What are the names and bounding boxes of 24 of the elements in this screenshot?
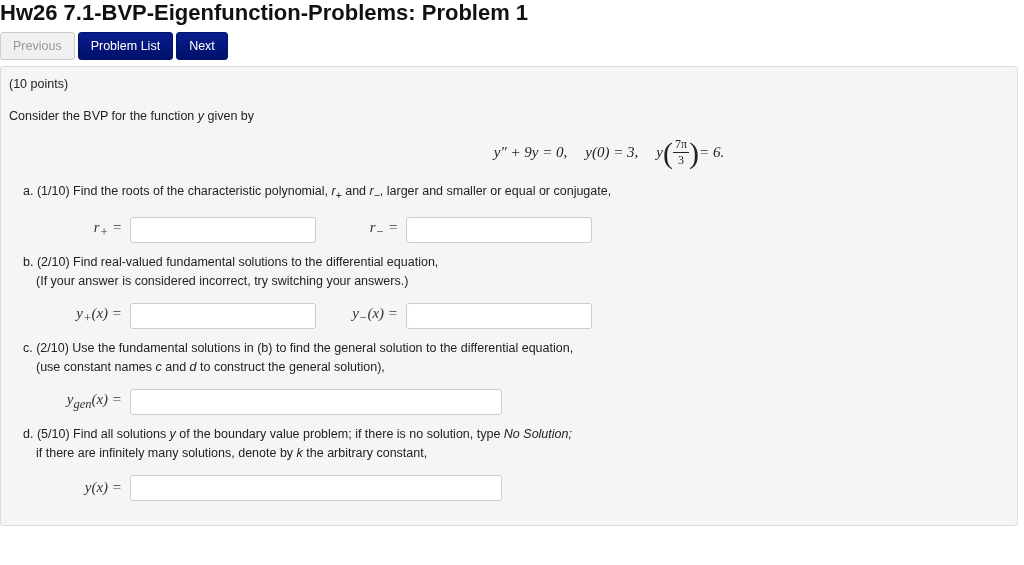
answer-field[interactable] [406, 302, 592, 329]
math-label: y$_{+}$(x) = [74, 305, 123, 326]
answer-field[interactable] [130, 388, 502, 415]
answer-field[interactable] [130, 474, 502, 501]
nav-button[interactable]: Problem List [77, 32, 174, 60]
answer-field[interactable] [406, 216, 592, 243]
points-text: (10 points) [9, 77, 70, 91]
problem-text: Consider the BVP for the function y given by [9, 109, 256, 123]
question-text: (If your answer is considered incorrect, try switching your answers.) [35, 272, 410, 290]
question-text: d. (5/10) Find all solutions y of the boundary value problem; if there is no solution, type No Solution; [23, 425, 573, 443]
answer-field[interactable] [130, 216, 316, 243]
question-text: a. (1/10) Find the roots of the characteristic polynomial, r$_{+}$ and r$_{−}$, larger and smaller or equal or conjugate, [23, 183, 613, 203]
math-label: r$_{−}$ = [368, 219, 399, 240]
math-label: r$_{+}$ = [92, 219, 123, 240]
question-text: if there are infinitely many solutions, denote by k the arbitrary constant, [35, 444, 429, 462]
math-label: y$_{gen}$(x) = [64, 391, 123, 412]
math-label: y$_{−}$(x) = [350, 305, 399, 326]
math-label: y(x) = [82, 479, 123, 496]
question-text: c. (2/10) Use the fundamental solutions in (b) to find the general solution to the differential equation, [23, 339, 575, 357]
question-text: b. (2/10) Find real-valued fundamental solutions to the differential equation, [23, 253, 440, 271]
answer-field[interactable] [130, 302, 316, 329]
page-title: Hw26 7.1-BVP-Eigenfunction-Problems: Problem 1 [0, 0, 530, 26]
nav-button[interactable]: Next [176, 32, 228, 60]
question-text: (use constant names c and d to construct the general solution), [35, 358, 386, 376]
